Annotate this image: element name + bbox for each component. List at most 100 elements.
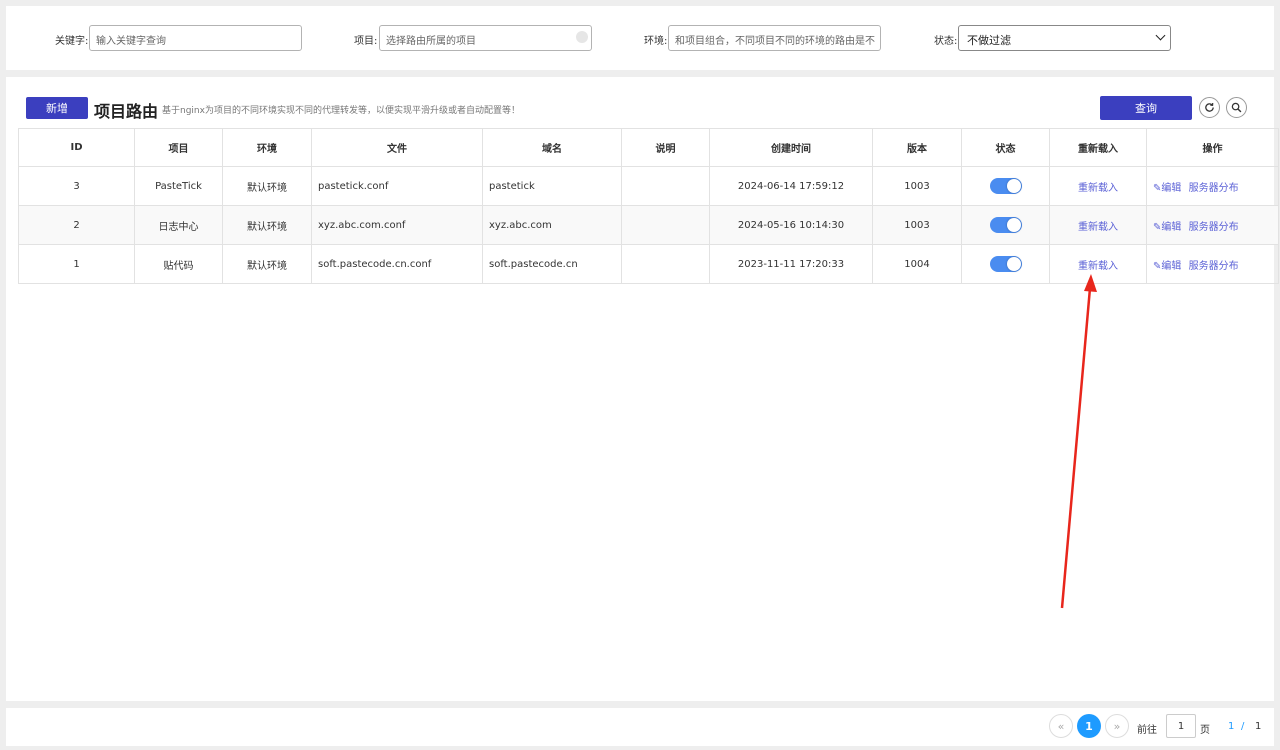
header-project[interactable]: 项目 xyxy=(134,128,223,167)
reload-link[interactable]: 重新载入 xyxy=(1078,261,1118,272)
page-1-button[interactable]: 1 xyxy=(1077,714,1101,738)
header-status[interactable]: 状态 xyxy=(961,128,1050,167)
cell-file: soft.pastecode.cn.conf xyxy=(311,244,483,284)
table-row: 1 贴代码 默认环境 soft.pastecode.cn.conf soft.p… xyxy=(18,244,1279,284)
next-page-button[interactable]: » xyxy=(1105,714,1129,738)
cell-desc xyxy=(621,205,710,245)
cell-created: 2024-06-14 17:59:12 xyxy=(709,166,873,206)
cell-actions: ✎编辑 服务器分布 xyxy=(1146,166,1279,206)
reload-link[interactable]: 重新载入 xyxy=(1078,183,1118,194)
clear-icon[interactable] xyxy=(576,31,588,43)
header-reload[interactable]: 重新载入 xyxy=(1049,128,1147,167)
project-placeholder: 选择路由所属的项目 xyxy=(386,36,476,47)
cell-version: 1003 xyxy=(872,166,962,206)
cell-project: PasteTick xyxy=(134,166,223,206)
toggle-knob xyxy=(1006,179,1021,193)
env-select[interactable]: 和项目组合，不同项目不同的环境的路由是不 xyxy=(668,25,881,51)
cell-created: 2023-11-11 17:20:33 xyxy=(709,244,873,284)
goto-page-input[interactable]: 1 xyxy=(1166,714,1196,738)
page-info-separator: / xyxy=(1241,721,1245,732)
cell-id: 1 xyxy=(18,244,135,284)
cell-status xyxy=(961,205,1050,245)
cell-version: 1003 xyxy=(872,205,962,245)
env-placeholder: 和项目组合，不同项目不同的环境的路由是不 xyxy=(675,36,875,47)
header-domain[interactable]: 域名 xyxy=(482,128,622,167)
prev-page-button[interactable]: « xyxy=(1049,714,1073,738)
filter-panel: 关键字: 输入关键字查询 项目: 选择路由所属的项目 环境: 和项目组合，不同项… xyxy=(6,6,1274,70)
env-label: 环境: xyxy=(644,36,668,47)
table-header-row: ID 项目 环境 文件 域名 说明 创建时间 版本 状态 重新载入 操作 xyxy=(18,128,1279,167)
server-distribution-link[interactable]: 服务器分布 xyxy=(1189,222,1239,233)
edit-link[interactable]: ✎编辑 xyxy=(1153,222,1181,233)
cell-id: 2 xyxy=(18,205,135,245)
edit-link[interactable]: ✎编辑 xyxy=(1153,261,1181,272)
header-created[interactable]: 创建时间 xyxy=(709,128,873,167)
edit-label: 编辑 xyxy=(1161,182,1182,194)
status-select[interactable]: 不做过滤 xyxy=(958,25,1171,51)
cell-project: 日志中心 xyxy=(134,205,223,245)
cell-actions: ✎编辑 服务器分布 xyxy=(1146,244,1279,284)
cell-file: xyz.abc.com.conf xyxy=(311,205,483,245)
cell-domain: soft.pastecode.cn xyxy=(482,244,622,284)
header-file[interactable]: 文件 xyxy=(311,128,483,167)
header-desc[interactable]: 说明 xyxy=(621,128,710,167)
header-env[interactable]: 环境 xyxy=(222,128,312,167)
project-select[interactable]: 选择路由所属的项目 xyxy=(379,25,592,51)
edit-label: 编辑 xyxy=(1161,260,1182,272)
project-label: 项目: xyxy=(354,36,378,47)
cell-reload: 重新载入 xyxy=(1049,205,1147,245)
cell-status xyxy=(961,244,1050,284)
server-distribution-link[interactable]: 服务器分布 xyxy=(1189,261,1239,272)
goto-label: 前往 xyxy=(1137,725,1157,736)
header-actions[interactable]: 操作 xyxy=(1146,128,1279,167)
status-toggle[interactable] xyxy=(989,217,1022,233)
routes-table: ID 项目 环境 文件 域名 说明 创建时间 版本 状态 重新载入 操作 3 P… xyxy=(18,128,1279,284)
status-value: 不做过滤 xyxy=(967,34,1011,47)
status-toggle[interactable] xyxy=(989,256,1022,272)
search-button[interactable] xyxy=(1226,97,1247,118)
page-info-current: 1 xyxy=(1228,721,1235,732)
cell-status xyxy=(961,166,1050,206)
edit-link[interactable]: ✎编辑 xyxy=(1153,183,1181,194)
status-toggle[interactable] xyxy=(989,178,1022,194)
cell-desc xyxy=(621,244,710,284)
keyword-label: 关键字: xyxy=(55,36,89,47)
pager-panel: « 1 » 前往 1 页 1 / 1 xyxy=(6,708,1274,746)
cell-created: 2024-05-16 10:14:30 xyxy=(709,205,873,245)
search-icon xyxy=(1231,102,1242,113)
cell-env: 默认环境 xyxy=(222,205,312,245)
chevron-down-icon xyxy=(1155,30,1166,41)
table-row: 3 PasteTick 默认环境 pastetick.conf pastetic… xyxy=(18,166,1279,206)
cell-id: 3 xyxy=(18,166,135,206)
page-unit-label: 页 xyxy=(1200,725,1210,736)
cell-version: 1004 xyxy=(872,244,962,284)
toggle-knob xyxy=(1006,257,1021,271)
page-description: 基于nginx为项目的不同环境实现不同的代理转发等，以便实现平滑升级或者自动配置… xyxy=(162,106,520,116)
cell-desc xyxy=(621,166,710,206)
cell-project: 贴代码 xyxy=(134,244,223,284)
cell-reload: 重新载入 xyxy=(1049,244,1147,284)
cell-file: pastetick.conf xyxy=(311,166,483,206)
edit-label: 编辑 xyxy=(1161,221,1182,233)
add-button[interactable]: 新增 xyxy=(26,97,88,119)
refresh-button[interactable] xyxy=(1199,97,1220,118)
cell-domain: pastetick xyxy=(482,166,622,206)
cell-actions: ✎编辑 服务器分布 xyxy=(1146,205,1279,245)
cell-env: 默认环境 xyxy=(222,166,312,206)
table-row: 2 日志中心 默认环境 xyz.abc.com.conf xyz.abc.com… xyxy=(18,205,1279,245)
cell-reload: 重新载入 xyxy=(1049,166,1147,206)
header-version[interactable]: 版本 xyxy=(872,128,962,167)
page-info-total: 1 xyxy=(1255,721,1262,732)
keyword-input[interactable]: 输入关键字查询 xyxy=(89,25,302,51)
refresh-icon xyxy=(1205,103,1214,112)
cell-domain: xyz.abc.com xyxy=(482,205,622,245)
server-distribution-link[interactable]: 服务器分布 xyxy=(1189,183,1239,194)
status-label: 状态: xyxy=(934,36,958,47)
reload-link[interactable]: 重新载入 xyxy=(1078,222,1118,233)
page-title: 项目路由 xyxy=(94,102,159,121)
main-panel: 新增 项目路由 基于nginx为项目的不同环境实现不同的代理转发等，以便实现平滑… xyxy=(6,77,1279,701)
cell-env: 默认环境 xyxy=(222,244,312,284)
query-button[interactable]: 查询 xyxy=(1100,96,1192,120)
toggle-knob xyxy=(1006,218,1021,232)
header-id[interactable]: ID xyxy=(18,128,135,167)
